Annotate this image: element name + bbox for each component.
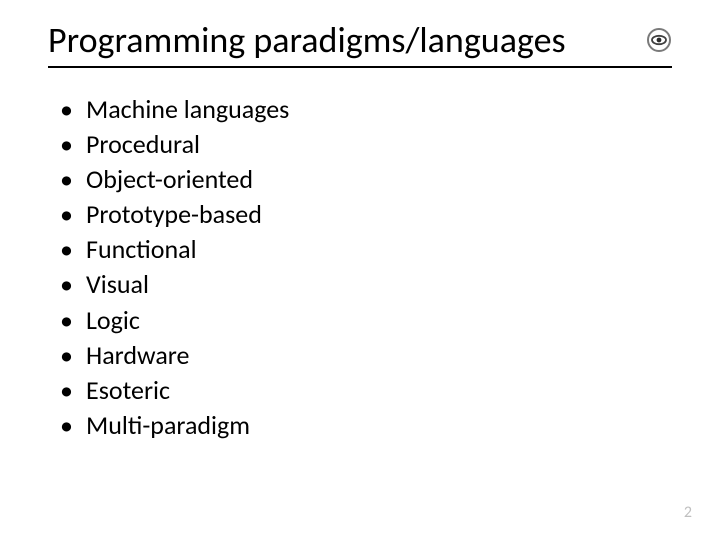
title-row: Programming paradigms/languages	[48, 18, 672, 68]
list-item: • Esoteric	[54, 373, 672, 408]
bullet-icon: •	[54, 92, 86, 127]
bullet-icon: •	[54, 267, 86, 302]
list-item: • Object-oriented	[54, 162, 672, 197]
bullet-icon: •	[54, 408, 86, 443]
list-item-label: Prototype-based	[86, 197, 262, 232]
bullet-list: • Machine languages • Procedural • Objec…	[48, 92, 672, 443]
bullet-icon: •	[54, 232, 86, 267]
list-item-label: Hardware	[86, 338, 189, 373]
list-item-label: Visual	[86, 267, 149, 302]
list-item-label: Functional	[86, 232, 197, 267]
list-item: • Logic	[54, 303, 672, 338]
list-item: • Functional	[54, 232, 672, 267]
eye-logo-icon	[646, 27, 672, 53]
list-item: • Hardware	[54, 338, 672, 373]
list-item-label: Multi-paradigm	[86, 408, 250, 443]
list-item-label: Machine languages	[86, 92, 289, 127]
bullet-icon: •	[54, 127, 86, 162]
list-item-label: Procedural	[86, 127, 200, 162]
list-item: • Visual	[54, 267, 672, 302]
list-item: • Machine languages	[54, 92, 672, 127]
list-item: • Multi-paradigm	[54, 408, 672, 443]
list-item: • Procedural	[54, 127, 672, 162]
bullet-icon: •	[54, 373, 86, 408]
bullet-icon: •	[54, 197, 86, 232]
bullet-icon: •	[54, 303, 86, 338]
list-item-label: Esoteric	[86, 373, 170, 408]
list-item-label: Object-oriented	[86, 162, 253, 197]
page-number: 2	[684, 503, 692, 522]
list-item-label: Logic	[86, 303, 140, 338]
slide-title: Programming paradigms/languages	[48, 18, 566, 62]
bullet-icon: •	[54, 338, 86, 373]
list-item: • Prototype-based	[54, 197, 672, 232]
bullet-icon: •	[54, 162, 86, 197]
slide: Programming paradigms/languages • Machin…	[0, 0, 720, 540]
